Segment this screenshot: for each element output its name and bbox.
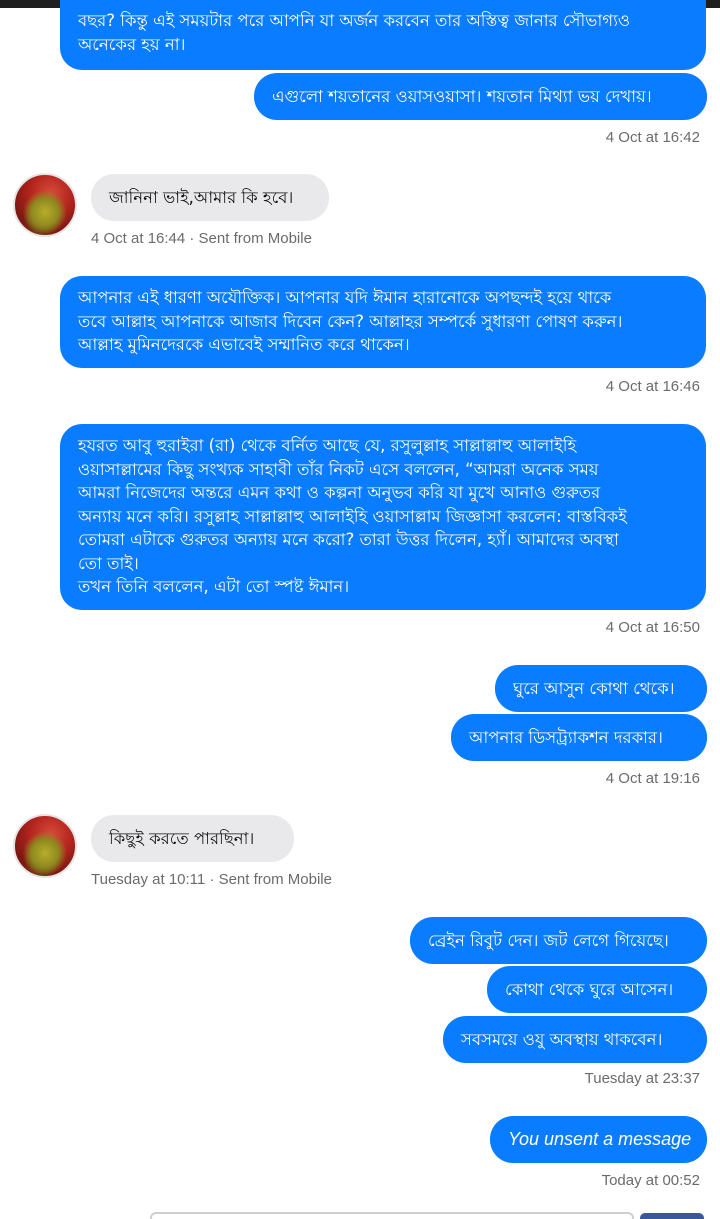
message-timestamp: 4 Oct at 19:16 [605, 770, 700, 787]
message-timestamp: 4 Oct at 16:50 [605, 619, 700, 636]
contact-avatar[interactable] [13, 814, 77, 878]
message-timestamp: Today at 00:52 [601, 1172, 700, 1189]
sent-message[interactable]: ব্রেইন রিবুট দেন। জট লেগে গিয়েছে। [410, 917, 707, 964]
sent-message[interactable]: কোথা থেকে ঘুরে আসেন। [487, 966, 707, 1013]
contact-avatar[interactable] [13, 173, 77, 237]
sent-message[interactable]: হযরত আবু হুরাইরা (রা) থেকে বর্নিত আছে যে… [60, 424, 706, 610]
sent-message[interactable]: বছর? কিন্তু এই সময়টার পরে আপনি যা অর্জন… [60, 0, 706, 70]
message-input[interactable] [150, 1212, 634, 1219]
received-message[interactable]: জানিনা ভাই,আমার কি হবে। [91, 174, 329, 221]
sent-message[interactable]: ঘুরে আসুন কোথা থেকে। [495, 665, 707, 712]
sent-message[interactable]: এগুলো শয়তানের ওয়াসওয়াসা। শয়তান মিথ্য… [254, 73, 707, 120]
message-timestamp: Tuesday at 23:37 [584, 1070, 700, 1087]
sent-message[interactable]: আপনার ডিসট্র্যাকশন দরকার। [451, 714, 707, 761]
sent-message[interactable]: আপনার এই ধারণা অযৌক্তিক। আপনার যদি ঈমান … [60, 276, 706, 368]
sent-message[interactable]: সবসময়ে ওযু অবস্থায় থাকবেন। [443, 1016, 707, 1063]
unsent-message[interactable]: You unsent a message [490, 1116, 707, 1163]
send-button[interactable] [640, 1213, 704, 1219]
message-timestamp: 4 Oct at 16:46 [605, 378, 700, 395]
message-timestamp: Tuesday at 10:11 · Sent from Mobile [91, 871, 332, 888]
received-message[interactable]: কিছুই করতে পারছিনা। [91, 815, 294, 862]
message-timestamp: 4 Oct at 16:44 · Sent from Mobile [91, 230, 312, 247]
message-timestamp: 4 Oct at 16:42 [605, 129, 700, 146]
